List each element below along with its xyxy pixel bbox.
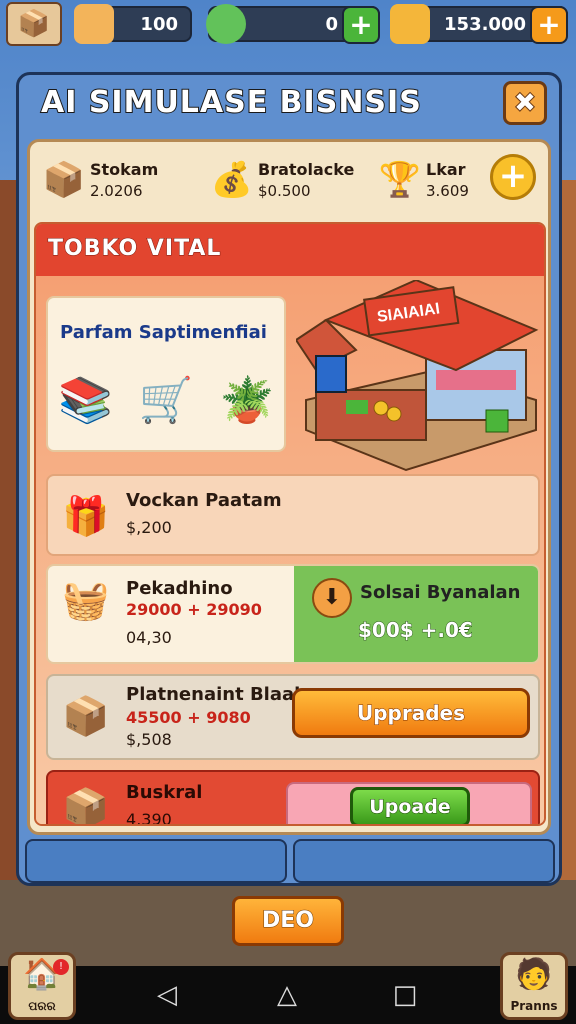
stat-rank: 🏆 Lkar 3.609 + [374, 146, 542, 214]
shop-header: TOBKO VITAL [36, 224, 544, 276]
resource-cash: 0 + [206, 4, 380, 44]
tab-left[interactable] [25, 839, 287, 883]
stat-value: 2.0206 [90, 182, 143, 200]
product-subvalue: 04,30 [126, 628, 172, 647]
home-shop-label: ପରର [28, 999, 56, 1013]
profile-label: Pranns [510, 999, 558, 1013]
product-row-3[interactable]: 📦 Platnenaint Blaak 45500 + 9080 $,508 U… [46, 674, 540, 760]
stat-label: Bratolacke [258, 160, 355, 179]
notification-badge: ! [53, 959, 69, 975]
back-icon[interactable]: ◁ [152, 980, 182, 1010]
stat-label: Stokam [90, 160, 159, 179]
crates-icon: 📦 [62, 786, 110, 826]
produce-cart-icon: 🧺 [62, 578, 110, 622]
character-icon: 🧑 [515, 957, 553, 992]
gold-icon [390, 4, 430, 44]
trophy-icon: 🏆 [378, 160, 422, 200]
upgrade-bar: Upoade [286, 782, 532, 824]
profile-button[interactable]: 🧑 Pranns [500, 952, 568, 1020]
cash-icon [206, 4, 246, 44]
shop-body: Parfam Saptimenfiai 📚 🛒 🪴 SIAIAIAI 🎁 Voc… [36, 276, 544, 824]
stats-row: 📦 Stokam 2.0206 💰 Bratolacke $0.500 🏆 Lkar… [38, 146, 542, 214]
cart-icon: 🛒 [138, 375, 194, 426]
category-card[interactable]: Parfam Saptimenfiai 📚 🛒 🪴 [46, 296, 286, 452]
gold-value: 153.000 [444, 14, 526, 35]
product-name: Platnenaint Blaak [126, 684, 307, 705]
close-button[interactable]: ✖ [503, 81, 547, 125]
crate-icon: 📦 [42, 160, 86, 200]
upgrade-green-button[interactable]: Upoade [350, 787, 470, 824]
books-icon: 📚 [58, 375, 113, 426]
category-title: Parfam Saptimenfiai [60, 322, 267, 343]
stat-label: Lkar [426, 160, 466, 179]
virtual-shop-card: TOBKO VITAL Parfam Saptimenfiai 📚 🛒 🪴 SI… [34, 222, 546, 826]
resource-gold: 153.000 + [390, 4, 568, 44]
upgrade-button[interactable]: Upprades [292, 688, 530, 738]
sales-value: $00$ +.0€ [358, 618, 474, 643]
product-row-4[interactable]: 📦 Buskral 4,390 Upoade [46, 770, 540, 826]
gem-icon [74, 4, 114, 44]
panel-content: 📦 Stokam 2.0206 💰 Bratolacke $0.500 🏆 Lkar… [27, 139, 551, 835]
video-button[interactable]: DEO [232, 896, 344, 946]
product-name: Buskral [126, 782, 203, 803]
add-cash-button[interactable]: + [342, 6, 380, 44]
sales-panel[interactable]: ⬇ Solsai Byanalan $00$ +.0€ [294, 566, 538, 662]
shop-stand-illustration: SIAIAIAI [296, 280, 539, 472]
player-avatar[interactable]: 📦 [6, 2, 62, 46]
product-price: 29000 + 29090 [126, 600, 262, 619]
product-price: 45500 + 9080 [126, 708, 251, 727]
money-bag-icon: 💰 [210, 160, 254, 200]
sales-title: Solsai Byanalan [360, 582, 521, 603]
box-icon: 📦 [17, 9, 51, 39]
panel-title: AI SIMULASE BISNSIS [40, 84, 422, 121]
add-stat-button[interactable]: + [490, 154, 536, 200]
resource-gems: 100 [74, 4, 192, 44]
sales-icon: ⬇ [312, 578, 352, 618]
tab-right[interactable] [293, 839, 555, 883]
stat-value: $0.500 [258, 182, 311, 200]
home-icon[interactable]: △ [272, 980, 302, 1010]
product-name: Vockan Paatam [126, 490, 282, 511]
home-shop-button[interactable]: 🏠 ପରର ! [8, 952, 76, 1020]
android-nav-bar: ◁ △ □ [0, 966, 576, 1024]
add-gold-button[interactable]: + [530, 6, 568, 44]
stat-money: 💰 Bratolacke $0.500 [206, 146, 374, 214]
product-price: $,200 [126, 518, 172, 537]
plant-icon: 🪴 [219, 375, 275, 426]
business-panel: AI SIMULASE BISNSIS ✖ 📦 Stokam 2.0206 💰 B… [16, 72, 562, 886]
recents-icon[interactable]: □ [390, 980, 420, 1010]
category-items: 📚 🛒 🪴 [58, 374, 274, 426]
stat-value: 3.609 [426, 182, 469, 200]
cash-value: 0 [325, 14, 338, 35]
gems-value: 100 [140, 14, 178, 35]
product-row-2[interactable]: 🧺 Pekadhino 29000 + 29090 04,30 ⬇ Solsai… [46, 564, 540, 664]
product-subvalue: $,508 [126, 730, 172, 749]
product-row-1[interactable]: 🎁 Vockan Paatam $,200 [46, 474, 540, 556]
top-bar: 📦 100 0 + 153.000 + [0, 0, 576, 48]
package-icon: 📦 [62, 694, 110, 738]
panel-tabs [25, 839, 555, 883]
gift-box-icon: 🎁 [62, 494, 110, 538]
stat-stock: 📦 Stokam 2.0206 [38, 146, 206, 214]
product-name: Pekadhino [126, 578, 233, 599]
product-price: 4,390 [126, 810, 172, 826]
